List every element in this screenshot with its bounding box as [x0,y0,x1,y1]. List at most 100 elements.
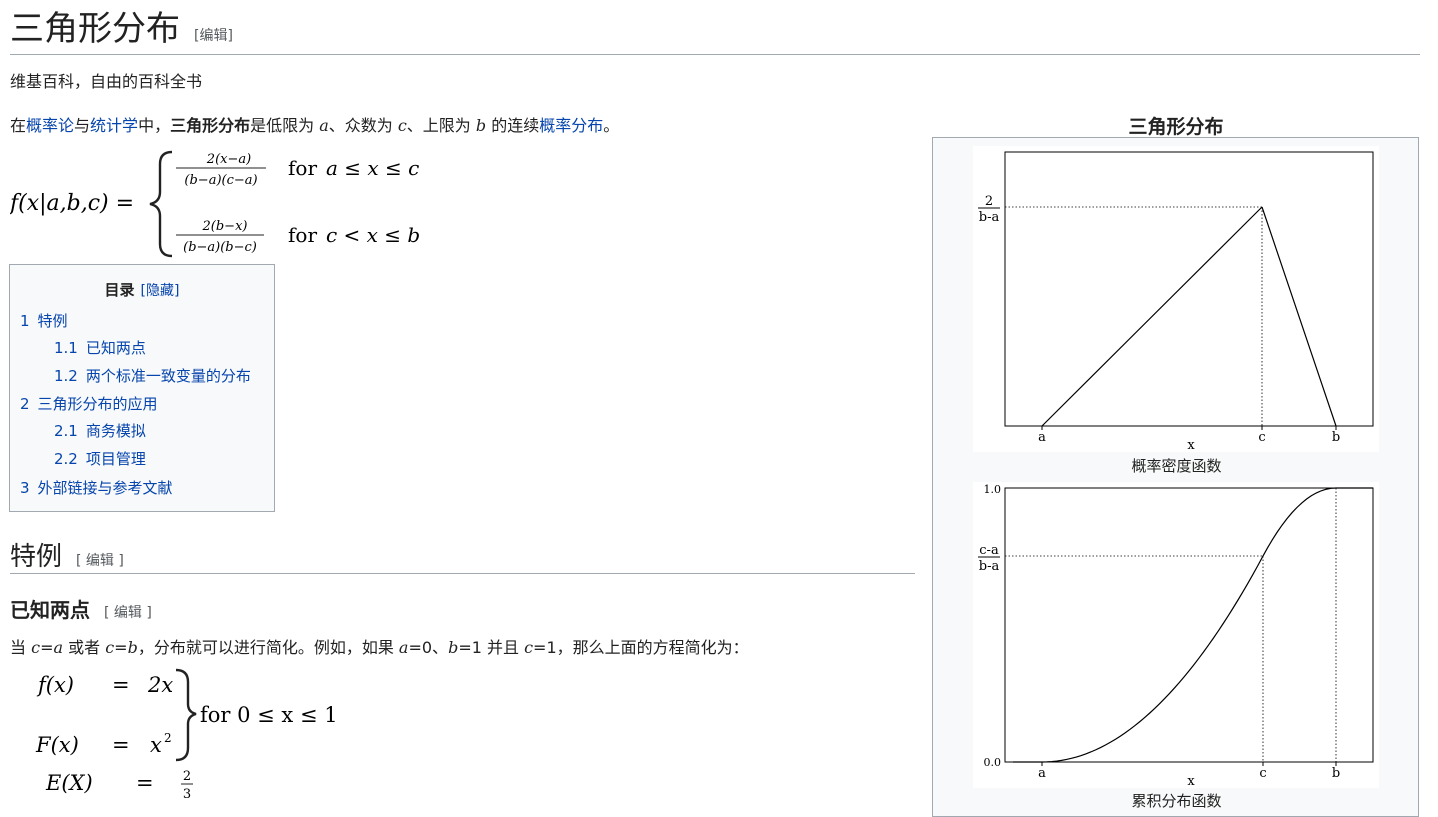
F-rhs: x [150,733,162,757]
intro-text: 与 [74,116,91,135]
page-title: 三角形分布 [10,11,180,48]
pdf-xlabel: x [1187,438,1195,452]
para-text: =1，那么上面的方程简化为： [533,638,749,657]
pdf-formula: f(x|a,b,c) = 2(x−a) (b−a)(c−a) for a ≤ x… [10,150,420,258]
subsection-heading-row: 已知两点 [ 编辑 ] [10,596,152,624]
link-probability-theory[interactable]: 概率论 [26,116,74,135]
equals-sign: = [112,673,130,697]
para-text: =1 并且 [458,638,525,657]
f-lhs: f(x) [36,673,74,697]
toc-label: 项目管理 [85,450,146,468]
para-text: ，分布就可以进行简化。例如，如果 [137,638,399,657]
pdf-xtick-a: a [1038,430,1046,445]
cdf-curve [1013,487,1373,763]
para-text: 当 [10,638,32,657]
left-brace [149,150,173,258]
toc-item-3[interactable]: 3 外部链接与参考文献 [20,477,173,498]
E-lhs: E(X) [45,771,93,795]
toc-number: 1 [20,312,30,330]
title-edit-link[interactable]: [编辑] [194,28,233,44]
intro-text: 、众数为 [328,116,398,135]
subsection-heading-two-points: 已知两点 [10,598,90,622]
pdf-plot[interactable]: 2 b-a a c b x [973,146,1379,452]
infobox-caption: 三角形分布 [1128,116,1224,138]
para-text: =0、 [408,638,449,657]
simplified-formula: f(x) = 2x F(x) = x 2 for 0 ≤ x ≤ 1 E(X) … [35,668,338,799]
E-numerator: 2 [183,769,191,784]
equals-sign: = [136,771,154,795]
toc-item-1[interactable]: 1 特例 [20,310,68,331]
cdf-plot[interactable]: 1.0 c-a b-a 0.0 a c b x [973,482,1379,788]
toc-label: 两个标准一致变量的分布 [85,367,251,385]
link-statistics[interactable]: 统计学 [90,116,138,135]
pdf-plot-frame [1004,151,1374,427]
condition: for 0 ≤ x ≤ 1 [200,703,338,727]
para-text: 或者 [63,638,106,657]
case1-for: for [288,156,317,180]
case2-denominator: (b−a)(b−c) [183,240,257,255]
table-of-contents: 目录 [隐藏] 1 特例 1.1 已知两点 1.2 两个标准一致变量的分布 2 三角形分布… [9,264,275,512]
toc-item-2-1[interactable]: 2.1 商务模拟 [54,420,146,441]
subsection-edit-link[interactable]: [ 编辑 ] [104,605,152,621]
intro-text: 中， [138,116,171,135]
var-a: a [319,116,329,135]
pdf-caption: 概率密度函数 [1131,457,1222,475]
case1-denominator: (b−a)(c−a) [184,173,257,188]
cdf-xtick-a: a [1038,766,1046,781]
pdf-density-line-falling [1261,206,1337,427]
toc-number: 1.2 [54,367,78,385]
link-probability-distribution[interactable]: 概率分布 [539,116,603,135]
para-text: = [114,638,128,657]
right-brace [175,668,197,762]
var: b [127,638,138,657]
var-b: b [475,116,487,135]
E-denominator: 3 [183,787,191,799]
toc-toggle-link[interactable]: [隐藏] [141,283,180,299]
pdf-ytick-denominator: b-a [979,210,1000,225]
toc-label: 商务模拟 [85,422,146,440]
two-points-paragraph: 当 c=a 或者 c=b，分布就可以进行简化。例如，如果 a=0、b=1 并且 … [10,637,749,659]
title-row: 三角形分布 [编辑] [10,6,1420,55]
formula-lhs: f(x|a,b,c) = [10,191,134,216]
toc-title: 目录 [104,281,135,299]
case2-condition: c < x ≤ b [326,223,420,247]
F-exponent: 2 [164,731,172,745]
toc-item-1-1[interactable]: 1.1 已知两点 [54,337,146,358]
toc-item-2[interactable]: 2 三角形分布的应用 [20,393,158,414]
cdf-plot-frame [1004,487,1374,763]
var: c [105,638,115,657]
toc-number: 2.2 [54,450,78,468]
case1-condition: a ≤ x ≤ c [326,156,419,180]
pdf-xtick-c: c [1258,430,1265,445]
cdf-ytick-denominator: b-a [979,559,1000,574]
toc-label: 已知两点 [85,339,146,357]
cdf-caption: 累积分布函数 [1131,792,1222,810]
pdf-density-line-rising [1041,206,1263,427]
intro-text: 是低限为 [250,116,320,135]
var: b [448,638,459,657]
cdf-xlabel: x [1187,774,1195,788]
var: c [31,638,41,657]
intro-text: 、上限为 [406,116,476,135]
pdf-xtick-b: b [1332,430,1340,445]
toc-item-1-2[interactable]: 1.2 两个标准一致变量的分布 [54,365,251,386]
intro-text: 。 [603,116,620,135]
case1-numerator: 2(x−a) [206,152,251,167]
cdf-ytick-numerator: c-a [979,543,999,558]
var: c [524,638,534,657]
section-edit-link[interactable]: [ 编辑 ] [76,553,124,569]
intro-text: 在 [10,116,27,135]
cdf-xtick-c: c [1259,766,1266,781]
toc-item-2-2[interactable]: 2.2 项目管理 [54,448,146,469]
toc-title-row: 目录 [隐藏] [10,279,274,300]
section-heading-special-cases: 特例 [10,542,63,571]
toc-number: 1.1 [54,339,78,357]
toc-number: 2 [20,395,30,413]
cdf-xtick-b: b [1332,766,1340,781]
para-text: = [40,638,54,657]
case2-numerator: 2(b−x) [202,219,248,234]
case2-for: for [288,223,317,247]
site-tagline: 维基百科，自由的百科全书 [10,72,203,91]
cdf-ytick-1: 1.0 [984,483,1002,496]
pdf-ytick-numerator: 2 [985,194,993,209]
